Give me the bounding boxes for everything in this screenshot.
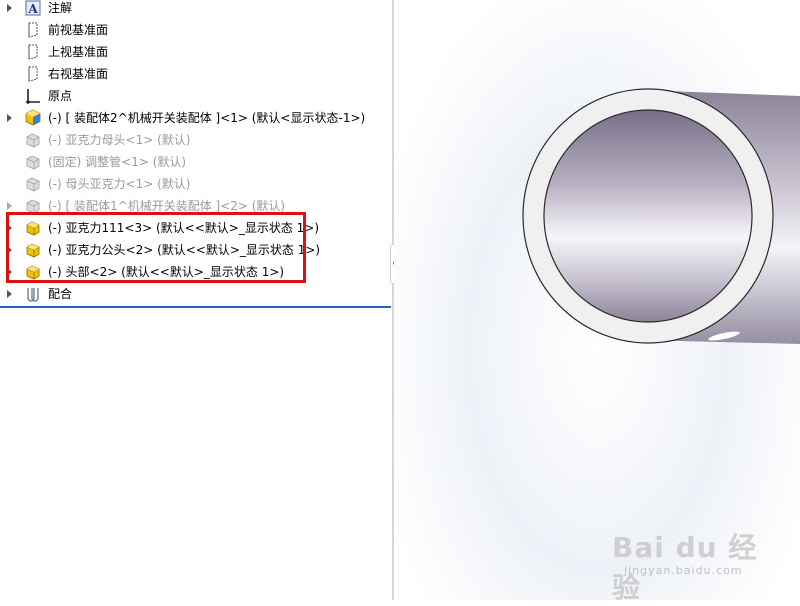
tree-item-label: 右视基准面 (48, 67, 109, 81)
expand-arrow-icon[interactable] (7, 114, 12, 122)
plane-icon (28, 66, 38, 82)
tree-item-suppressed-part[interactable]: (固定) 调整管<1> (默认) (0, 151, 392, 173)
expand-arrow-icon[interactable] (7, 290, 12, 298)
tree-item-label: (-) [ 装配体2^机械开关装配体 ]<1> (默认<显示状态-1>) (48, 111, 366, 125)
tree-end-divider (0, 306, 391, 308)
watermark-url: jingyan.baidu.com (624, 564, 743, 577)
expand-arrow-icon[interactable] (7, 4, 12, 12)
part-suppressed-icon (26, 155, 40, 170)
tree-item-annotations[interactable]: A 注解 (0, 0, 392, 19)
tree-item-right-plane[interactable]: 右视基准面 (0, 63, 392, 85)
tree-item-top-plane[interactable]: 上视基准面 (0, 41, 392, 63)
tree-item-origin[interactable]: 原点 (0, 85, 392, 107)
tube-inner-bore (543, 109, 753, 323)
feature-tree-panel: A 注解 前视基准面 上视基准面 右视基准面 原点 (-) [装配体2^机械开… (0, 0, 392, 600)
tree-item-label: 配合 (48, 287, 73, 301)
tree-item-label: (-) 亚克力母头<1> (默认) (48, 133, 191, 147)
tree-item-subassembly-2[interactable]: (-) [ 装配体2^机械开关装配体 ]<1> (默认<显示状态-1>) (0, 107, 392, 129)
svg-text:A: A (27, 2, 38, 16)
highlight-annotation-box (6, 212, 306, 283)
tree-item-label: 前视基准面 (48, 23, 109, 37)
baidu-jingyan-watermark: Bai du 经验 jingyan.baidu.com (612, 512, 762, 604)
plane-icon (28, 44, 38, 60)
tree-item-suppressed-part[interactable]: (-) 亚克力母头<1> (默认) (0, 129, 392, 151)
part-suppressed-icon (26, 133, 40, 148)
graphics-viewport[interactable] (394, 0, 800, 600)
plane-icon (28, 22, 38, 38)
tree-item-label: (-) 母头亚克力<1> (默认) (48, 177, 191, 191)
tree-item-suppressed-part[interactable]: (-) 母头亚克力<1> (默认) (0, 173, 392, 195)
tube-model[interactable] (394, 0, 800, 600)
origin-icon (26, 89, 40, 104)
annotation-icon: A (25, 0, 41, 16)
subassembly-icon (25, 109, 41, 126)
tree-item-label: 原点 (48, 89, 73, 103)
tree-item-label: 上视基准面 (48, 45, 109, 59)
tree-item-label: (固定) 调整管<1> (默认) (48, 155, 187, 169)
tree-item-label: 注解 (48, 1, 73, 15)
expand-arrow-icon[interactable] (7, 202, 12, 210)
tree-item-mates[interactable]: 配合 (0, 283, 392, 305)
part-suppressed-icon (26, 177, 40, 192)
tree-item-front-plane[interactable]: 前视基准面 (0, 19, 392, 41)
mates-icon (27, 288, 39, 302)
